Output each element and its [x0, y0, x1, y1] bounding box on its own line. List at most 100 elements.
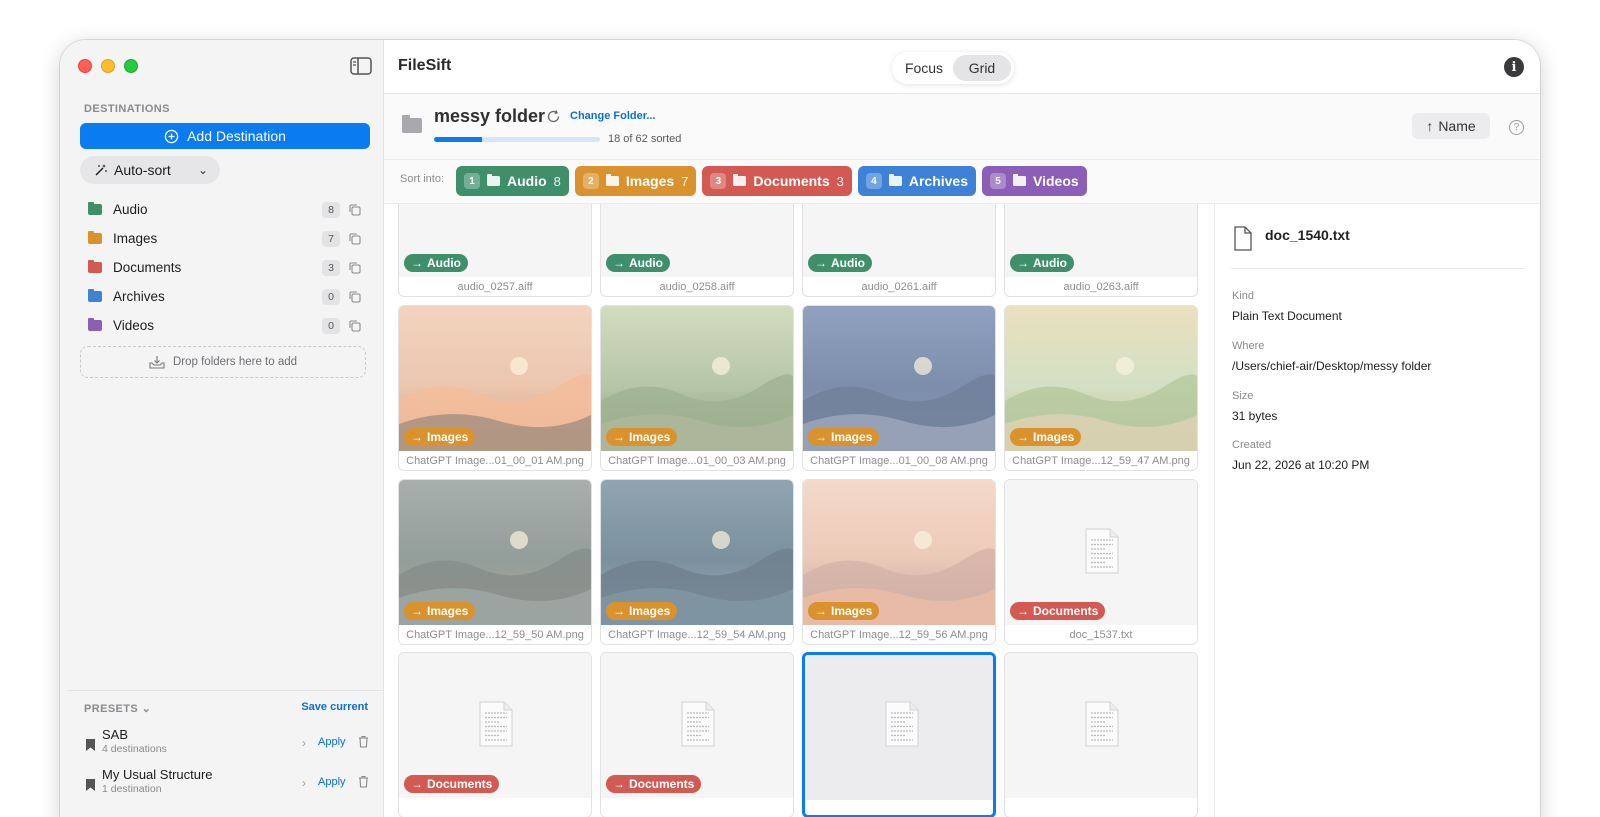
chevron-right-icon[interactable]: ›	[302, 736, 306, 750]
copy-icon[interactable]	[348, 203, 362, 217]
apply-preset-button[interactable]: Apply	[318, 736, 346, 748]
trash-icon[interactable]	[358, 775, 369, 788]
sort-chip-documents[interactable]: 3 Documents 3	[702, 166, 852, 196]
preset-item[interactable]: SAB 4 destinations › Apply	[84, 725, 374, 761]
file-tile[interactable]: → Images ChatGPT Image...12_59_54 AM.png	[600, 479, 794, 645]
file-tile[interactable]: → Audio audio_0261.aiff	[802, 204, 996, 297]
arrow-right-icon: →	[815, 256, 827, 270]
arrow-right-icon: →	[613, 777, 625, 791]
sort-progress-bar	[434, 137, 600, 142]
chevron-right-icon[interactable]: ›	[302, 776, 306, 790]
save-current-preset-button[interactable]: Save current	[301, 701, 368, 713]
presets-heading[interactable]: PRESETS ⌄	[84, 702, 151, 715]
divider	[1231, 268, 1524, 269]
arrow-right-icon: →	[411, 256, 423, 270]
folder-name: messy folder	[434, 106, 546, 126]
preset-name: My Usual Structure	[102, 767, 213, 782]
copy-icon[interactable]	[348, 290, 362, 304]
help-icon[interactable]: ?	[1509, 120, 1524, 135]
text-file-icon	[681, 701, 715, 747]
minimize-window-button[interactable]	[101, 59, 115, 73]
bookmark-icon	[86, 779, 95, 791]
file-tile[interactable]: → Images ChatGPT Image...01_00_01 AM.png	[398, 305, 592, 471]
folder-icon	[733, 174, 747, 186]
file-tile[interactable]: → Images ChatGPT Image...01_00_08 AM.png	[802, 305, 996, 471]
file-tile[interactable]	[1004, 652, 1198, 817]
sort-chip-videos[interactable]: 5 Videos	[982, 166, 1087, 196]
copy-icon[interactable]	[348, 261, 362, 275]
trash-icon[interactable]	[358, 735, 369, 748]
add-destination-button[interactable]: Add Destination	[80, 123, 370, 149]
chip-label: Archives	[908, 173, 968, 189]
file-tile[interactable]: → Audio audio_0263.aiff	[1004, 204, 1198, 297]
inspector-panel: doc_1540.txt Kind Plain Text Document Wh…	[1214, 204, 1540, 817]
shortcut-key: 2	[582, 173, 599, 189]
file-name: ChatGPT Image...01_00_01 AM.png	[406, 455, 584, 467]
file-name: ChatGPT Image...01_00_03 AM.png	[608, 455, 786, 467]
sort-by-name-button[interactable]: ↑ Name	[1412, 113, 1490, 139]
folder-icon	[888, 174, 902, 186]
view-mode-focus[interactable]: Focus	[895, 55, 953, 81]
info-icon[interactable]: i	[1504, 57, 1524, 77]
copy-icon[interactable]	[348, 232, 362, 246]
arrow-right-icon: →	[1017, 256, 1029, 270]
autosort-menu-button[interactable]: Auto-sort ⌄	[80, 156, 220, 184]
file-tile[interactable]: → Documents	[600, 652, 794, 817]
destination-item-documents[interactable]: Documents 3	[80, 253, 370, 282]
arrow-right-icon: →	[411, 604, 423, 618]
file-tile[interactable]: → Images ChatGPT Image...12_59_47 AM.png	[1004, 305, 1198, 471]
file-tile[interactable]: → Audio audio_0257.aiff	[398, 204, 592, 297]
magic-wand-icon	[95, 164, 107, 176]
drop-zone-label: Drop folders here to add	[172, 356, 298, 368]
text-file-icon	[885, 701, 919, 747]
change-folder-button[interactable]: Change Folder...	[570, 110, 656, 122]
view-mode-grid[interactable]: Grid	[953, 55, 1011, 81]
sort-label: Name	[1438, 118, 1476, 134]
file-tile[interactable]	[802, 652, 996, 817]
destination-count: 7	[322, 230, 340, 247]
destination-tag: → Audio	[1010, 254, 1074, 272]
destination-item-audio[interactable]: Audio 8	[80, 195, 370, 224]
file-tile[interactable]: → Documents doc_1537.txt	[1004, 479, 1198, 645]
document-icon	[1234, 226, 1252, 251]
where-label: Where	[1232, 340, 1265, 352]
destination-tag: → Documents	[1010, 602, 1106, 620]
destination-name: Archives	[113, 289, 165, 304]
plus-circle-icon	[164, 129, 179, 143]
zoom-window-button[interactable]	[124, 59, 138, 73]
sort-progress-fill	[434, 137, 483, 142]
sort-chip-archives[interactable]: 4 Archives	[857, 166, 976, 196]
chip-label: Videos	[1033, 173, 1079, 189]
folder-drop-zone[interactable]: Drop folders here to add	[80, 346, 366, 378]
view-mode-switch: Focus Grid	[892, 52, 1014, 84]
apply-preset-button[interactable]: Apply	[318, 776, 346, 788]
destination-item-videos[interactable]: Videos 0	[80, 311, 370, 340]
sort-into-label: Sort into:	[400, 173, 445, 185]
file-name: ChatGPT Image...12_59_54 AM.png	[608, 629, 786, 641]
sidebar-toggle-icon[interactable]	[350, 57, 372, 75]
arrow-right-icon: →	[613, 256, 625, 270]
copy-icon[interactable]	[348, 319, 362, 333]
chip-label: Audio	[507, 173, 547, 189]
preset-item[interactable]: My Usual Structure 1 destination › Apply	[84, 765, 374, 801]
sort-chip-images[interactable]: 2 Images 7	[574, 166, 697, 196]
close-window-button[interactable]	[78, 59, 92, 73]
file-tile[interactable]: → Images ChatGPT Image...12_59_56 AM.png	[802, 479, 996, 645]
kind-value: Plain Text Document	[1232, 309, 1342, 323]
destination-tag: → Audio	[606, 254, 670, 272]
sort-chip-audio[interactable]: 1 Audio 8	[456, 166, 569, 196]
arrow-right-icon: →	[613, 604, 625, 618]
file-tile[interactable]: → Documents	[398, 652, 592, 817]
file-name: ChatGPT Image...12_59_47 AM.png	[1012, 455, 1190, 467]
chip-count: 8	[553, 173, 561, 189]
file-tile[interactable]: → Images ChatGPT Image...01_00_03 AM.png	[600, 305, 794, 471]
destination-item-archives[interactable]: Archives 0	[80, 282, 370, 311]
file-tile[interactable]: → Images ChatGPT Image...12_59_50 AM.png	[398, 479, 592, 645]
destination-item-images[interactable]: Images 7	[80, 224, 370, 253]
destination-name: Images	[113, 231, 158, 246]
destination-count: 3	[322, 259, 340, 276]
arrow-right-icon: →	[1017, 604, 1029, 618]
refresh-icon[interactable]	[546, 109, 561, 124]
file-tile[interactable]: → Audio audio_0258.aiff	[600, 204, 794, 297]
shortcut-key: 5	[990, 173, 1006, 189]
